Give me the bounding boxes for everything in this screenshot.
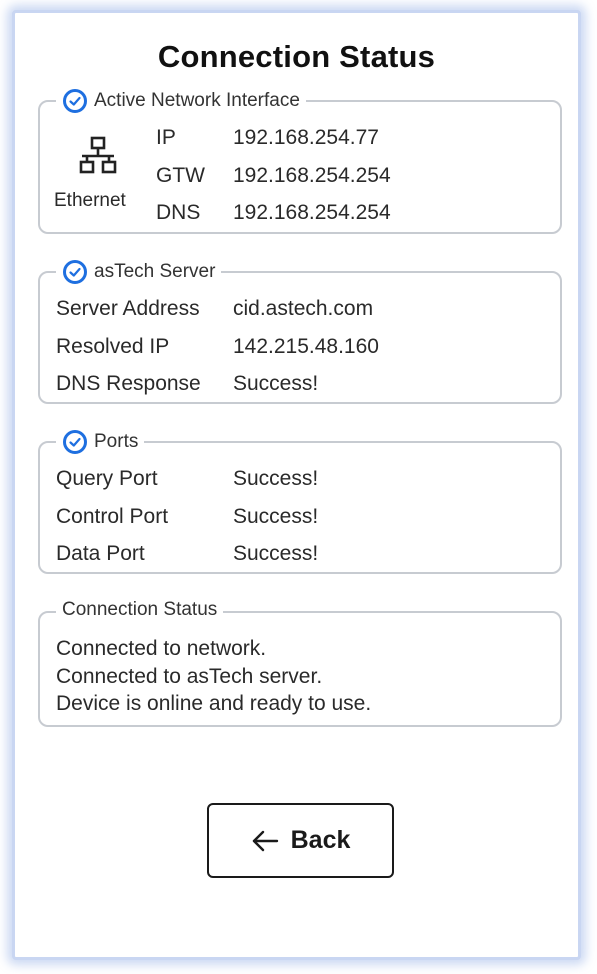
check-circle-icon [63, 89, 87, 113]
status-line-network: Connected to network. [56, 637, 267, 660]
server-panel-legend: asTech Server [56, 259, 222, 285]
network-panel: Active Network Interface Ethernet IP 192… [38, 88, 562, 234]
arrow-left-icon [252, 830, 278, 851]
ports-panel-legend: Ports [56, 429, 145, 455]
control-port-label: Control Port [56, 505, 169, 528]
server-address-label: Server Address [56, 297, 200, 320]
resolved-ip-label: Resolved IP [56, 335, 170, 358]
check-circle-icon [63, 260, 87, 284]
resolved-ip-value: 142.215.48.160 [233, 335, 379, 358]
ports-panel: Ports Query Port Success! Control Port S… [38, 429, 562, 574]
dns-label: DNS [156, 201, 201, 224]
back-button[interactable]: Back [207, 803, 394, 878]
status-panel-legend: Connection Status [56, 599, 224, 621]
control-port-value: Success! [233, 505, 319, 528]
status-panel: Connection Status Connected to network. … [38, 599, 562, 727]
data-port-label: Data Port [56, 542, 145, 565]
ethernet-network-icon [79, 136, 117, 174]
data-port-value: Success! [233, 542, 319, 565]
network-legend-label: Active Network Interface [94, 90, 300, 111]
ports-legend-label: Ports [94, 431, 139, 452]
server-address-value: cid.astech.com [233, 297, 374, 320]
status-legend-label: Connection Status [62, 599, 218, 620]
query-port-value: Success! [233, 467, 319, 490]
check-circle-icon [63, 430, 87, 454]
server-legend-label: asTech Server [94, 261, 216, 282]
server-panel: asTech Server Server Address cid.astech.… [38, 259, 562, 404]
dns-value: 192.168.254.254 [233, 201, 391, 224]
query-port-label: Query Port [56, 467, 158, 490]
status-line-ready: Device is online and ready to use. [56, 692, 372, 715]
ethernet-label: Ethernet [54, 190, 126, 211]
gateway-label: GTW [156, 164, 205, 187]
status-line-server: Connected to asTech server. [56, 665, 323, 688]
dns-response-label: DNS Response [56, 372, 201, 395]
dns-response-value: Success! [233, 372, 319, 395]
ip-label: IP [156, 126, 176, 149]
back-button-label: Back [290, 826, 351, 854]
page-title: Connection Status [157, 39, 436, 74]
network-panel-legend: Active Network Interface [56, 88, 306, 114]
ip-value: 192.168.254.77 [233, 126, 379, 149]
gateway-value: 192.168.254.254 [233, 164, 391, 187]
